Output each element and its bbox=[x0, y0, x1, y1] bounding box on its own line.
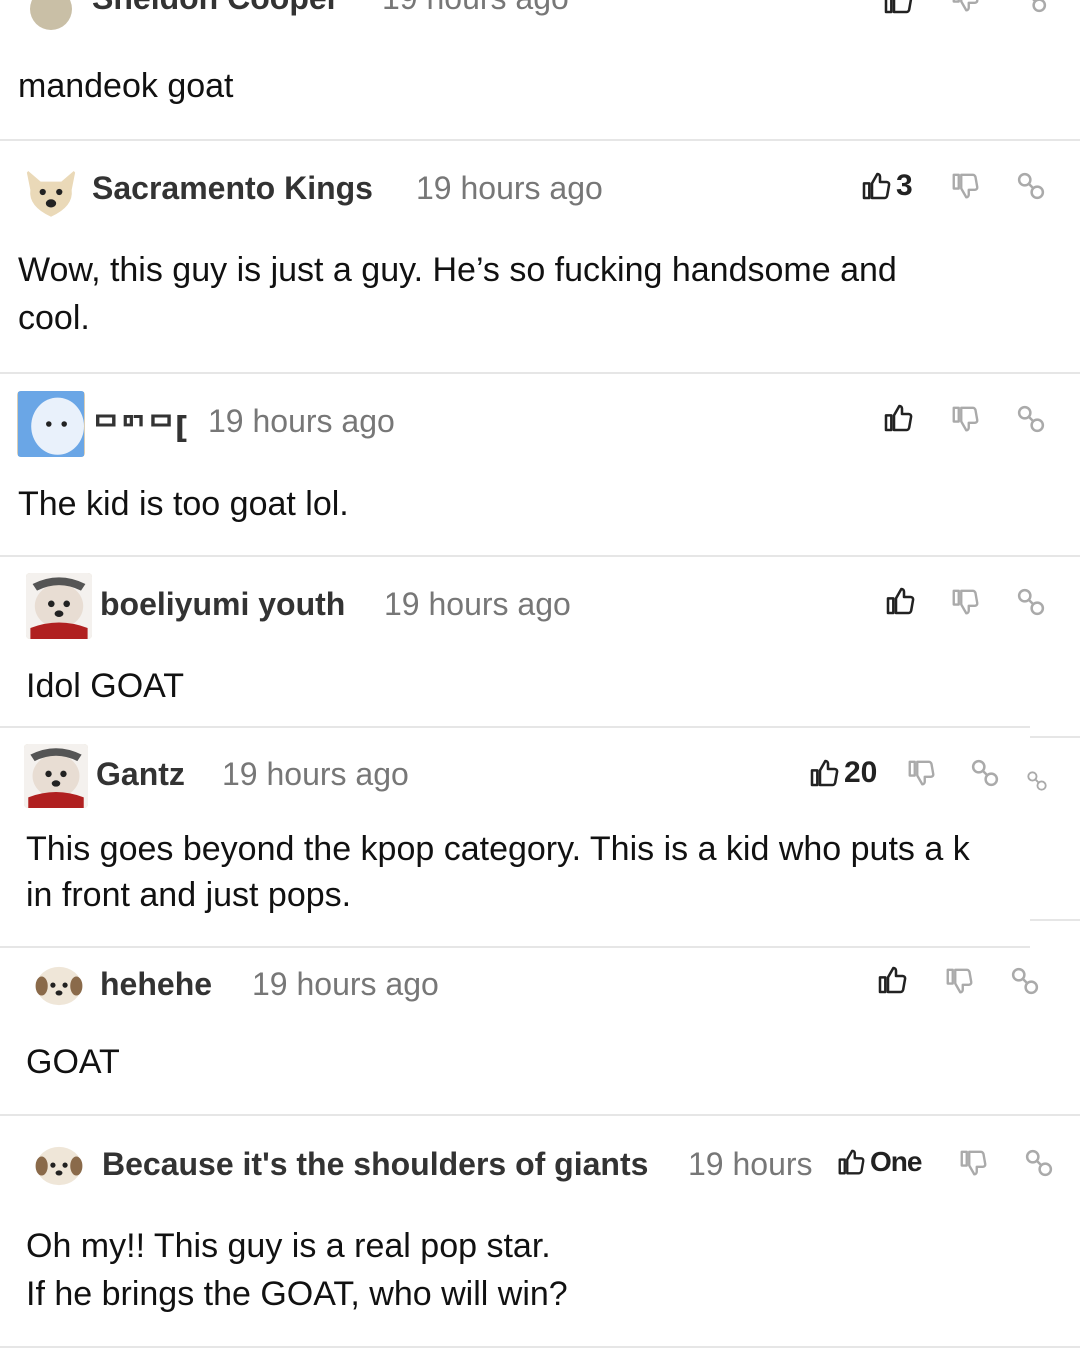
comment-time: 19 hours bbox=[688, 1146, 813, 1182]
comment-body: This goes beyond the kpop category. This… bbox=[26, 830, 970, 914]
thumbs-up-icon bbox=[882, 0, 914, 16]
like-button[interactable] bbox=[882, 402, 914, 434]
comment-author[interactable]: hehehe bbox=[100, 966, 212, 1003]
like-count: 3 bbox=[896, 169, 913, 202]
thumbs-up-icon bbox=[860, 170, 892, 202]
link-icon bbox=[1010, 966, 1040, 996]
link-icon bbox=[1024, 1148, 1054, 1178]
thumbs-up-icon bbox=[884, 585, 916, 617]
thumbs-down-icon bbox=[944, 966, 974, 996]
thumbs-down-icon bbox=[906, 758, 936, 788]
dislike-button[interactable] bbox=[950, 171, 980, 201]
avatar[interactable] bbox=[28, 960, 90, 1012]
like-button[interactable]: 20 bbox=[808, 756, 877, 790]
comment-body: Idol GOAT bbox=[26, 667, 185, 705]
comment-body: Oh my!! This guy is a real pop star. If … bbox=[26, 1227, 568, 1313]
thumbs-up-icon bbox=[808, 757, 840, 789]
dislike-button[interactable] bbox=[906, 758, 936, 788]
link-button[interactable] bbox=[1026, 770, 1048, 792]
link-icon bbox=[1026, 770, 1048, 792]
comment-item: Gantz 19 hours ago 20 This goes beyond t… bbox=[0, 728, 1080, 946]
avatar[interactable] bbox=[30, 0, 72, 30]
link-button[interactable] bbox=[1016, 404, 1046, 434]
link-button[interactable] bbox=[1018, 0, 1048, 14]
thumbs-down-icon bbox=[950, 171, 980, 201]
comment-time: 19 hours ago bbox=[416, 170, 603, 206]
like-button[interactable] bbox=[884, 585, 916, 617]
link-button[interactable] bbox=[1024, 1148, 1054, 1178]
thumbs-up-icon bbox=[836, 1147, 866, 1177]
comment-item: Sacramento Kings 19 hours ago 3 Wow, thi… bbox=[0, 141, 1080, 372]
comment-time: 19 hours ago bbox=[222, 756, 409, 792]
avatar[interactable] bbox=[26, 573, 92, 639]
thumbs-down-icon bbox=[950, 0, 980, 14]
link-icon bbox=[970, 758, 1000, 788]
comment-body: The kid is too goat lol. bbox=[18, 485, 349, 523]
link-icon bbox=[1016, 404, 1046, 434]
like-button[interactable] bbox=[882, 0, 914, 16]
avatar[interactable] bbox=[17, 391, 85, 457]
comment-item: boeliyumi youth 19 hours ago Idol GOAT bbox=[0, 557, 1080, 726]
dislike-button[interactable] bbox=[950, 404, 980, 434]
link-button[interactable] bbox=[970, 758, 1000, 788]
divider bbox=[1030, 919, 1080, 921]
comment-time: 19 hours ago bbox=[384, 586, 571, 622]
dog-avatar-icon bbox=[24, 744, 88, 808]
dog-avatar-icon bbox=[26, 573, 92, 639]
thumbs-down-icon bbox=[950, 404, 980, 434]
link-button[interactable] bbox=[1016, 587, 1046, 617]
comment-author[interactable]: boeliyumi youth bbox=[100, 586, 345, 623]
avatar[interactable] bbox=[24, 744, 88, 808]
like-count: 20 bbox=[844, 756, 878, 789]
like-button[interactable]: 3 bbox=[860, 169, 913, 203]
link-icon bbox=[1016, 587, 1046, 617]
like-button[interactable]: One bbox=[836, 1146, 922, 1178]
thumbs-down-icon bbox=[950, 587, 980, 617]
comment-item: ᄆᄆᄀᄆ[ 19 hours ago The kid is too goat l… bbox=[0, 374, 1080, 555]
dog-avatar-icon bbox=[28, 1140, 90, 1192]
dislike-button[interactable] bbox=[950, 587, 980, 617]
comment-time: 19 hours ago bbox=[382, 0, 569, 17]
link-icon bbox=[1018, 0, 1048, 14]
dog-avatar-icon bbox=[17, 391, 85, 457]
thumbs-up-icon bbox=[882, 402, 914, 434]
link-button[interactable] bbox=[1016, 171, 1046, 201]
comment-author[interactable]: ᄆᄆᄀᄆ[ bbox=[92, 403, 189, 447]
comment-item: Because it's the shoulders of giants 19 … bbox=[0, 1116, 1080, 1351]
comment-author[interactable]: Sacramento Kings bbox=[92, 170, 373, 207]
dog-avatar-icon bbox=[28, 960, 90, 1012]
comment-time: 19 hours ago bbox=[252, 966, 439, 1002]
dog-avatar-icon bbox=[20, 161, 82, 223]
like-count: One bbox=[870, 1146, 922, 1177]
dislike-button[interactable] bbox=[944, 966, 974, 996]
comment-body: mandeok goat bbox=[18, 67, 234, 105]
comment-item: hehehe 19 hours ago GOAT bbox=[0, 948, 1080, 1114]
comment-author[interactable]: Gantz bbox=[96, 756, 185, 793]
dislike-button[interactable] bbox=[958, 1148, 988, 1178]
avatar[interactable] bbox=[20, 161, 82, 223]
thumbs-down-icon bbox=[958, 1148, 988, 1178]
link-button[interactable] bbox=[1010, 966, 1040, 996]
avatar[interactable] bbox=[28, 1140, 90, 1192]
dislike-button[interactable] bbox=[950, 0, 980, 14]
divider bbox=[0, 1346, 1080, 1348]
link-icon bbox=[1016, 171, 1046, 201]
comment-time: 19 hours ago bbox=[208, 403, 395, 439]
comment-author[interactable]: Because it's the shoulders of giants bbox=[102, 1146, 648, 1183]
like-button[interactable] bbox=[876, 964, 908, 996]
comment-body: Wow, this guy is just a guy. He’s so fuc… bbox=[18, 251, 897, 337]
comment-body: GOAT bbox=[26, 1043, 120, 1081]
comment-author[interactable]: Sheldon Cooper bbox=[92, 0, 339, 17]
comment-item: Sheldon Cooper 19 hours ago mandeok goat bbox=[0, 0, 1080, 140]
thumbs-up-icon bbox=[876, 964, 908, 996]
